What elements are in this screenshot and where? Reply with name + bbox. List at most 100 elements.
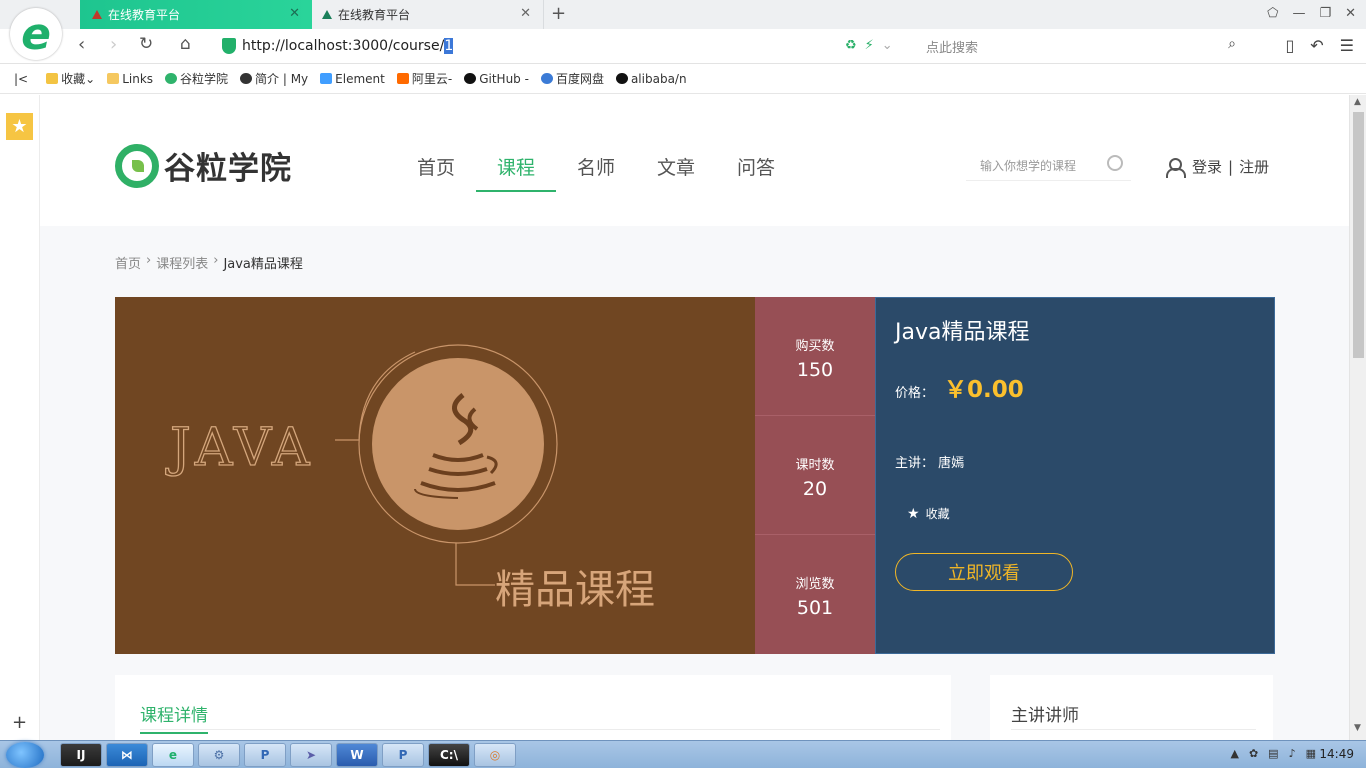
bookmark-item[interactable]: 谷粒学院 [165,70,228,87]
site-logo[interactable]: 谷粒学院 [115,143,292,188]
tab-title: 在线教育平台 [108,8,181,22]
reload-icon[interactable]: ↻ [139,34,153,54]
aliyun-icon [396,73,409,84]
back-icon[interactable]: ‹ [78,34,85,55]
start-button[interactable] [6,742,44,768]
lightning-icon[interactable]: ⚡ [865,38,874,53]
bookmark-item[interactable]: 收藏 ⌄ [46,70,95,87]
tab-close-icon[interactable]: ✕ [520,6,531,21]
search-icon[interactable] [1107,155,1123,171]
stat-value: 150 [796,359,834,381]
skin-icon[interactable]: ⬠ [1267,6,1278,21]
bookmark-item[interactable]: 简介 | My [240,70,308,87]
nav-home[interactable]: 首页 [396,153,476,192]
github-icon [464,73,477,84]
clock[interactable]: 14:49 [1319,747,1354,761]
divider [1011,729,1256,730]
tray-expand-icon[interactable]: ▲ [1230,747,1238,760]
app-taskbar-icon[interactable]: ⚙ [198,743,240,767]
restore-icon[interactable]: ❐ [1319,6,1331,21]
browser-logo-icon[interactable]: e [10,8,62,60]
home-icon[interactable]: ⌂ [180,34,191,54]
scroll-down-icon[interactable]: ▼ [1354,723,1361,733]
tab-bar: 在线教育平台 ✕ 在线教育平台 ✕ + ⬠ — ❐ ✕ [0,0,1366,29]
tray-app-icon[interactable]: ✿ [1249,747,1258,760]
bookmark-item[interactable]: Element [320,72,385,86]
browser-taskbar-icon[interactable]: e [152,743,194,767]
vscode-taskbar-icon[interactable]: ⋈ [106,743,148,767]
divider [140,729,940,730]
menu-icon[interactable]: ☰ [1340,36,1354,55]
logo-mark-icon [115,143,159,188]
breadcrumb-current: Java精品课程 [223,257,303,272]
bookmark-item[interactable]: 阿里云- [396,70,452,87]
price-value: ￥0.00 [944,377,1024,403]
favorite-star-icon: ★ [907,505,920,522]
app-orange-taskbar-icon[interactable]: ◎ [474,743,516,767]
search-icon[interactable]: ⌕ [1228,36,1236,52]
course-search-input[interactable]: 输入你想学的课程 [966,151,1131,181]
breadcrumb-course-list[interactable]: 课程列表 [156,253,208,272]
phone-icon[interactable]: ▯ [1285,36,1294,55]
network-icon[interactable]: ▦ [1306,747,1316,760]
breadcrumb-home[interactable]: 首页 [115,253,141,272]
bookmark-item[interactable]: Links [107,72,153,86]
tray-device-icon[interactable]: ▤ [1268,747,1278,760]
bookmarks-bar: |< 收藏 ⌄ Links 谷粒学院 简介 | My Element 阿里云- … [0,64,1366,94]
word-taskbar-icon[interactable]: W [336,743,378,767]
scroll-up-icon[interactable]: ▲ [1354,97,1361,107]
forward-icon[interactable]: › [110,34,117,55]
course-detail-panel: 课程详情 [115,675,951,740]
chevron-down-icon[interactable]: ⌄ [882,38,893,53]
bookmark-item[interactable]: alibaba/n [615,72,687,86]
app-p-taskbar-icon[interactable]: P [244,743,286,767]
nav-qa[interactable]: 问答 [716,153,796,192]
volume-icon[interactable]: ♪ [1289,747,1296,760]
breadcrumb: 首页 › 课程列表 › Java精品课程 [115,253,303,272]
browser-search-input[interactable]: 点此搜索 ⌕ [918,34,1242,58]
page-scrollbar[interactable]: ▲ ▼ [1349,95,1366,740]
favorite-button[interactable]: ★ 收藏 [907,505,950,522]
url-field[interactable]: http://localhost:3000/course/1 [222,35,862,57]
teacher-row: 主讲： 唐嫣 [895,452,964,471]
window-controls: ⬠ — ❐ ✕ [1267,6,1356,21]
course-search-placeholder: 输入你想学的课程 [980,159,1077,173]
course-info-panel: Java精品课程 价格： ￥0.00 主讲： 唐嫣 ★ 收藏 立即观看 [875,297,1275,654]
bookmark-item[interactable]: 百度网盘 [540,70,604,87]
close-window-icon[interactable]: ✕ [1345,6,1356,21]
login-link[interactable]: 登录 [1192,156,1222,177]
recycle-icon[interactable]: ♻ [845,38,857,53]
url-selection: 1 [444,38,454,54]
separator: | [1228,157,1234,176]
tab-close-icon[interactable]: ✕ [289,6,300,21]
teacher-name[interactable]: 唐嫣 [938,456,964,471]
browser-tab-active[interactable]: 在线教育平台 ✕ [80,0,312,29]
course-cover-image: JAVA 精品课程 [115,297,755,654]
watch-now-button[interactable]: 立即观看 [895,553,1073,591]
undo-icon[interactable]: ↶ [1310,36,1323,55]
new-tab-icon[interactable]: + [551,3,566,24]
bookmarks-collapse-icon[interactable]: |< [14,72,28,86]
user-icon [1166,157,1186,178]
bookmark-item[interactable]: GitHub - [464,72,529,86]
nav-teachers[interactable]: 名师 [556,153,636,192]
user-box: 登录 | 注册 [1166,156,1269,178]
teacher-heading: 主讲讲师 [1011,706,1079,726]
github-icon [615,73,628,84]
nav-courses[interactable]: 课程 [476,153,556,192]
price-row: 价格： ￥0.00 [895,370,1024,404]
folder-icon [107,73,120,84]
add-sidebar-icon[interactable]: + [12,712,27,733]
intellij-taskbar-icon[interactable]: IJ [60,743,102,767]
app-p2-taskbar-icon[interactable]: P [382,743,424,767]
app-arrow-taskbar-icon[interactable]: ➤ [290,743,332,767]
security-shield-icon [222,38,236,54]
browser-tab[interactable]: 在线教育平台 ✕ [312,0,544,29]
minimize-icon[interactable]: — [1292,6,1305,21]
nav-articles[interactable]: 文章 [636,153,716,192]
course-title: Java精品课程 [895,320,1030,345]
scrollbar-thumb[interactable] [1353,112,1364,358]
terminal-taskbar-icon[interactable]: C:\ [428,743,470,767]
favorites-star-icon[interactable]: ★ [6,113,33,140]
register-link[interactable]: 注册 [1239,156,1269,177]
